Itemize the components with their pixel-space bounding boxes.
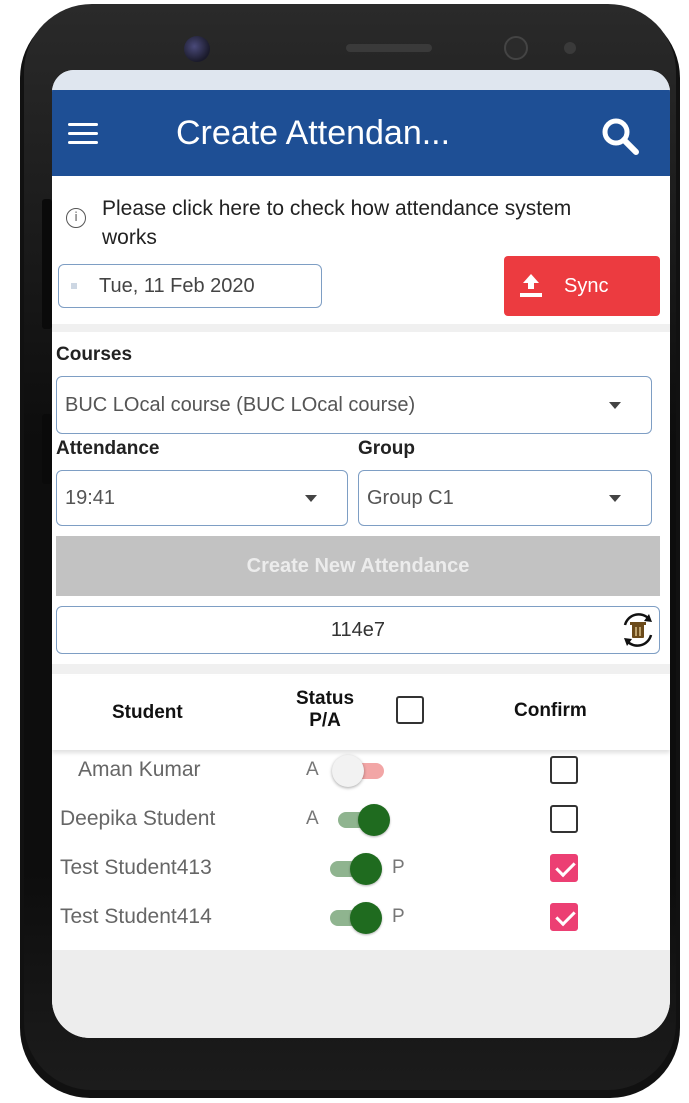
- presence-toggle[interactable]: [324, 899, 382, 935]
- search-icon[interactable]: [600, 116, 640, 156]
- presence-toggle[interactable]: [332, 752, 390, 788]
- presence-toggle[interactable]: [324, 850, 382, 886]
- status-letter: P: [392, 857, 405, 878]
- sync-button[interactable]: Sync: [504, 256, 660, 316]
- status-bar: [52, 70, 670, 90]
- presence-toggle[interactable]: [332, 801, 390, 837]
- info-icon: i: [66, 208, 86, 228]
- earpiece-speaker: [346, 44, 432, 52]
- student-name: Test Student414: [60, 905, 212, 928]
- app-screen: Create Attendan... i Please click here t…: [52, 70, 670, 1038]
- chevron-down-icon: [609, 494, 621, 502]
- status-letter: A: [306, 808, 319, 829]
- attendance-time-select[interactable]: 19:41: [56, 470, 348, 526]
- confirm-checkbox[interactable]: [550, 756, 578, 784]
- create-new-attendance-button[interactable]: Create New Attendance: [56, 536, 660, 596]
- courses-selected-value: BUC LOcal course (BUC LOcal course): [65, 393, 416, 416]
- power-button: [42, 414, 52, 484]
- front-camera: [184, 36, 210, 62]
- table-row: Deepika Student A: [52, 795, 670, 843]
- iris-sensor: [504, 36, 528, 60]
- page-title: Create Attendan...: [176, 114, 451, 152]
- confirm-checkbox[interactable]: [550, 805, 578, 833]
- attendance-code-field: 114e7: [56, 606, 660, 654]
- courses-select[interactable]: BUC LOcal course (BUC LOcal course): [56, 376, 652, 434]
- attendance-code: 114e7: [330, 618, 386, 641]
- attendance-selected-value: 19:41: [65, 486, 116, 509]
- proximity-sensor: [564, 42, 576, 54]
- confirm-checkbox[interactable]: [550, 854, 578, 882]
- volume-button: [42, 199, 52, 329]
- confirm-column-header: Confirm: [514, 700, 587, 721]
- status-header-line1: Status: [296, 688, 355, 709]
- student-name: Aman Kumar: [78, 758, 201, 781]
- date-picker-field[interactable]: Tue, 11 Feb 2020: [58, 264, 322, 308]
- delete-refresh-icon[interactable]: [619, 611, 657, 649]
- date-value: Tue, 11 Feb 2020: [99, 274, 255, 297]
- section-divider: [52, 324, 670, 332]
- chevron-down-icon: [609, 401, 621, 409]
- table-row: Test Student413 P: [52, 844, 670, 892]
- status-header-line2: P/A: [309, 710, 341, 731]
- student-column-header: Student: [112, 702, 183, 723]
- group-label: Group: [358, 438, 415, 459]
- status-column-header: Status P/A: [296, 688, 354, 732]
- status-letter: A: [306, 759, 319, 780]
- group-select[interactable]: Group C1: [358, 470, 652, 526]
- confirm-checkbox[interactable]: [550, 903, 578, 931]
- app-bar: Create Attendan...: [52, 90, 670, 176]
- courses-label: Courses: [56, 344, 133, 365]
- hamburger-menu-icon[interactable]: [68, 123, 98, 145]
- sync-label: Sync: [564, 274, 609, 297]
- status-letter: P: [392, 906, 405, 927]
- select-all-checkbox[interactable]: [396, 696, 424, 724]
- attendance-label: Attendance: [56, 438, 160, 459]
- attendance-help-link[interactable]: i Please click here to check how attenda…: [66, 194, 656, 252]
- table-header: Student Status P/A Confirm: [52, 676, 670, 750]
- calendar-icon: [71, 283, 77, 289]
- student-name: Deepika Student: [60, 807, 216, 830]
- chevron-down-icon: [305, 494, 317, 502]
- upload-icon: [520, 274, 542, 297]
- table-row: Test Student414 P: [52, 893, 670, 941]
- table-row: Aman Kumar A: [52, 746, 670, 794]
- help-text: Please click here to check how attendanc…: [102, 197, 572, 249]
- section-divider: [52, 664, 670, 674]
- group-selected-value: Group C1: [367, 486, 454, 509]
- student-name: Test Student413: [60, 856, 212, 879]
- bottom-panel: [52, 950, 670, 1038]
